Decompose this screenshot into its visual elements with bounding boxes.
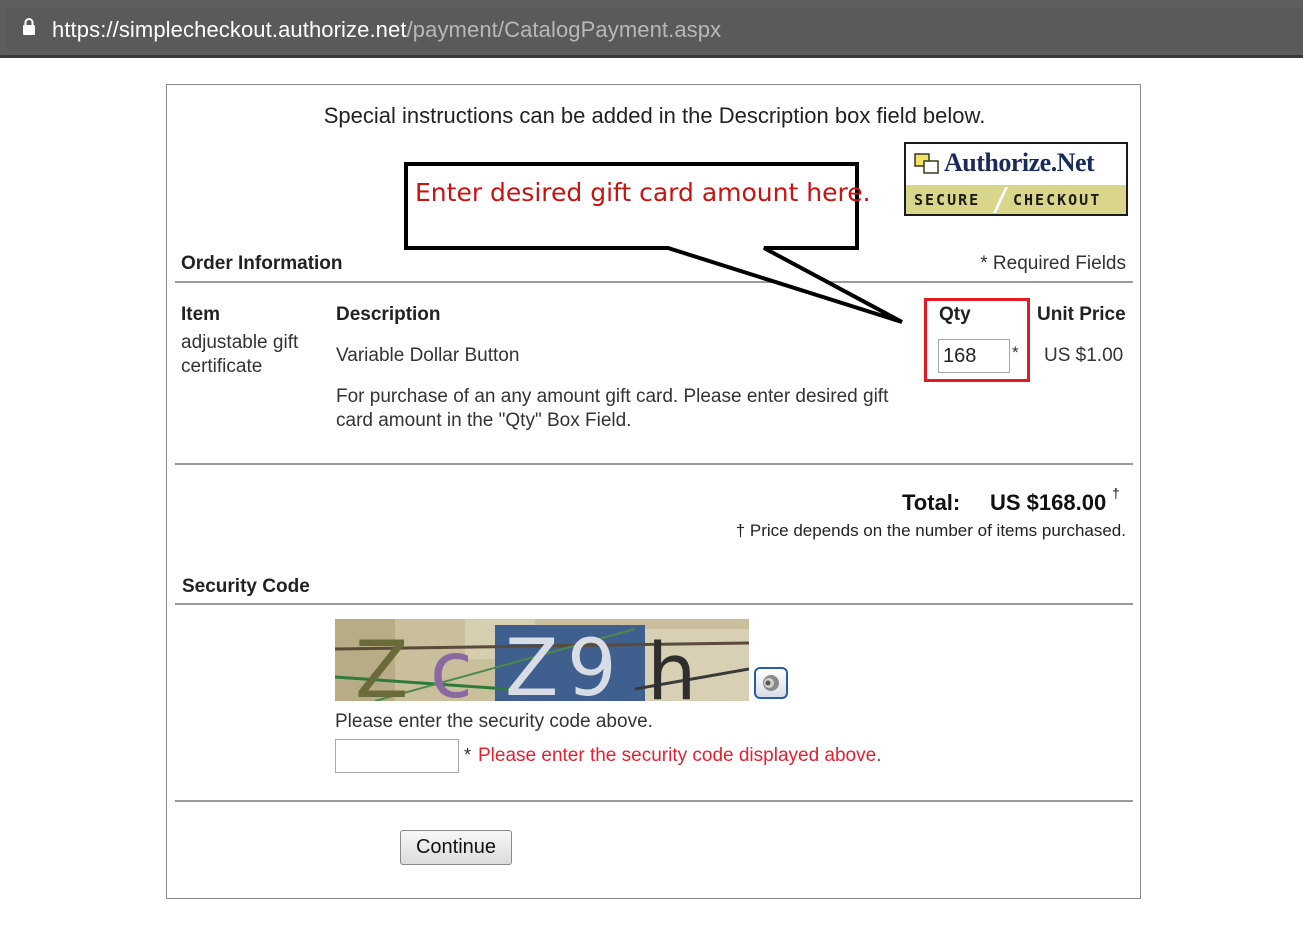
logo-name: Authorize.Net: [944, 148, 1095, 177]
price-depends-note: † Price depends on the number of items p…: [735, 521, 1126, 540]
url-host: https://simplecheckout.authorize.net: [52, 17, 407, 42]
qty-highlight-box: [924, 298, 1030, 382]
logo-top: Authorize.Net: [906, 144, 1126, 185]
total-label: Total:: [902, 490, 961, 515]
url-bar[interactable]: https://simplecheckout.authorize.net/pay…: [0, 0, 1303, 58]
lock-icon: [23, 18, 35, 35]
logo-secure-text: SECURE: [914, 191, 981, 209]
security-code-prompt: Please enter the security code above.: [335, 711, 653, 732]
security-code-error: Please enter the security code displayed…: [478, 745, 882, 766]
logo-bottom: SECURE CHECKOUT: [906, 185, 1126, 214]
audio-captcha-button[interactable]: [754, 667, 788, 699]
divider-continue: [175, 800, 1133, 802]
svg-text:Z: Z: [355, 626, 408, 701]
column-header-item: Item: [181, 304, 221, 325]
security-code-input[interactable]: [335, 739, 459, 773]
authorize-net-mark-icon: [914, 153, 939, 174]
audio-icon: [763, 675, 779, 691]
description-title: Variable Dollar Button: [336, 345, 520, 366]
required-fields-note: * Required Fields: [980, 253, 1126, 274]
svg-text:9: 9: [567, 624, 617, 701]
authorize-net-logo[interactable]: Authorize.Net SECURE CHECKOUT: [904, 142, 1128, 216]
divider-order: [175, 281, 1133, 283]
total-dagger: †: [1112, 485, 1120, 501]
special-instructions-text: Special instructions can be added in the…: [323, 103, 986, 128]
browser-address-bar: https://simplecheckout.authorize.net/pay…: [0, 0, 1303, 61]
order-information-title: Order Information: [181, 253, 343, 274]
security-code-title: Security Code: [182, 576, 310, 597]
logo-checkout-text: CHECKOUT: [1013, 191, 1102, 209]
divider-total: [175, 463, 1133, 465]
svg-text:h: h: [647, 628, 696, 701]
url-path: /payment/CatalogPayment.aspx: [406, 17, 722, 42]
unit-price-value: US $1.00: [1044, 345, 1124, 366]
item-name-line2: certificate: [181, 356, 263, 377]
captcha-image: Z c Z 9 h: [335, 619, 749, 701]
column-header-description: Description: [336, 304, 441, 325]
url-text[interactable]: https://simplecheckout.authorize.net/pay…: [52, 17, 721, 43]
column-header-unit-price: Unit Price: [1037, 304, 1126, 325]
item-name-line1: adjustable gift: [181, 332, 299, 353]
continue-button[interactable]: Continue: [400, 830, 512, 865]
security-required-mark: *: [464, 745, 472, 765]
divider-security: [175, 603, 1133, 605]
total-value: US $168.00: [990, 490, 1107, 515]
svg-text:c: c: [430, 626, 473, 701]
callout-text: Enter desired gift card amount here.: [415, 178, 871, 207]
svg-text:Z: Z: [505, 624, 558, 701]
description-line2: card amount in the "Qty" Box Field.: [336, 410, 632, 431]
logo-divider: [992, 187, 1009, 213]
description-line1: For purchase of an any amount gift card.…: [336, 386, 889, 407]
